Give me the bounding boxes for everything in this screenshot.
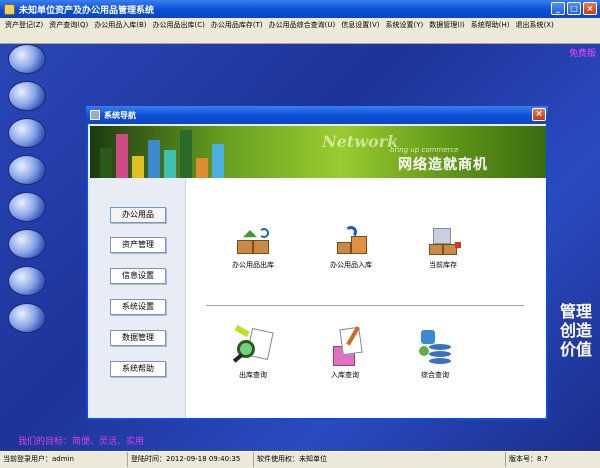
banner-bar	[100, 148, 112, 178]
out-query-item[interactable]: 出库查询	[214, 324, 292, 380]
spiral-ring	[8, 266, 46, 296]
supplies-out-icon	[233, 226, 273, 258]
combined-query-item[interactable]: 综合查询	[396, 326, 474, 380]
nav-office-supplies[interactable]: 办公用品	[110, 207, 166, 223]
supplies-in-label: 办公用品入库	[330, 261, 372, 269]
banner-bar	[180, 130, 192, 178]
banner-bar	[148, 140, 160, 178]
spiral-ring	[8, 155, 46, 185]
out-query-icon	[232, 324, 274, 368]
out-query-label: 出库查询	[239, 371, 267, 379]
menu-help[interactable]: 系统帮助(H)	[468, 19, 513, 31]
spiral-ring	[8, 229, 46, 259]
menu-info-settings[interactable]: 信息设置(V)	[338, 19, 382, 31]
status-user: 当前登录用户：admin	[0, 452, 128, 467]
banner-bar	[132, 156, 144, 178]
combined-query-icon	[415, 326, 455, 368]
menu-supplies-stock[interactable]: 办公用品库存(T)	[208, 19, 266, 31]
banner-bar	[164, 150, 176, 178]
banner-sub-text: bring up commerce	[390, 146, 459, 154]
free-edition-label: 免费版	[568, 49, 596, 59]
combined-query-label: 综合查询	[421, 371, 449, 379]
spiral-binding	[0, 44, 60, 451]
dialog-body: 办公用品 资产管理 信息设置 系统设置 数据管理 系统帮助 办公用品出库 办公用…	[90, 178, 546, 418]
spiral-ring	[8, 192, 46, 222]
dialog-close-button[interactable]: ×	[532, 108, 546, 121]
menu-supplies-in[interactable]: 办公用品入库(B)	[91, 19, 149, 31]
banner-bar	[196, 158, 208, 178]
app-titlebar: 未知单位资产及办公用品管理系统 _ □ ×	[0, 0, 600, 18]
statusbar: 当前登录用户：admin 登陆时间：2012-09-18 09:40:35 软件…	[0, 451, 600, 468]
nav-system-settings[interactable]: 系统设置	[110, 299, 166, 315]
app-icon	[4, 3, 15, 15]
spiral-ring	[8, 44, 46, 74]
supplies-in-item[interactable]: 办公用品入库	[312, 226, 390, 270]
supplies-out-label: 办公用品出库	[232, 261, 274, 269]
spiral-ring	[8, 81, 46, 111]
menu-exit[interactable]: 退出系统(X)	[513, 19, 557, 31]
nav-data-management[interactable]: 数据管理	[110, 330, 166, 346]
menu-asset-register[interactable]: 资产登记(Z)	[2, 19, 46, 31]
left-nav: 办公用品 资产管理 信息设置 系统设置 数据管理 系统帮助	[90, 178, 186, 418]
status-version: 版本号：8.7	[509, 455, 549, 463]
dialog-icon	[90, 110, 100, 120]
nav-info-settings[interactable]: 信息设置	[110, 268, 166, 284]
banner-bar	[212, 144, 224, 178]
supplies-in-icon	[331, 226, 371, 258]
status-license: 软件使用权：未知单位	[254, 452, 506, 467]
vertical-slogan: 管理创造价值	[559, 302, 592, 359]
current-stock-item[interactable]: 当前库存	[404, 226, 482, 270]
spiral-ring	[8, 118, 46, 148]
current-stock-label: 当前库存	[429, 261, 457, 269]
close-button[interactable]: ×	[583, 2, 597, 15]
in-query-icon	[325, 326, 365, 368]
nav-system-help[interactable]: 系统帮助	[110, 361, 166, 377]
dialog-title: 系统导航	[104, 110, 136, 120]
status-login-time: 登陆时间：2012-09-18 09:40:35	[128, 452, 254, 467]
banner-bar	[116, 134, 128, 178]
app-title: 未知单位资产及办公用品管理系统	[19, 5, 155, 16]
section-divider	[206, 305, 524, 306]
menu-system-settings[interactable]: 系统设置(Y)	[382, 19, 426, 31]
menu-data-management[interactable]: 数据管理(I)	[426, 19, 468, 31]
supplies-out-item[interactable]: 办公用品出库	[214, 226, 292, 270]
nav-asset-management[interactable]: 资产管理	[110, 237, 166, 253]
in-query-item[interactable]: 入库查询	[306, 326, 384, 380]
navigation-dialog: 系统导航 × Network bring up commerce 网络造就商机 …	[86, 106, 548, 420]
minimize-button[interactable]: _	[551, 2, 565, 15]
menubar: 资产登记(Z) 资产查询(Q) 办公用品入库(B) 办公用品出库(C) 办公用品…	[0, 18, 600, 44]
menu-supplies-out[interactable]: 办公用品出库(C)	[150, 19, 208, 31]
dialog-titlebar: 系统导航 ×	[86, 106, 548, 124]
menu-supplies-query[interactable]: 办公用品综合查询(U)	[266, 19, 339, 31]
menu-asset-query[interactable]: 资产查询(Q)	[46, 19, 91, 31]
slogan: 我们的目标：简便、灵活、实用	[18, 437, 145, 447]
banner-network-text: Network	[322, 132, 399, 151]
dialog-banner: Network bring up commerce 网络造就商机	[90, 126, 546, 178]
spiral-ring	[8, 303, 46, 333]
window-controls: _ □ ×	[551, 2, 597, 15]
maximize-button[interactable]: □	[567, 2, 581, 15]
current-stock-icon	[423, 226, 463, 258]
banner-chinese-text: 网络造就商机	[398, 157, 488, 173]
in-query-label: 入库查询	[331, 371, 359, 379]
